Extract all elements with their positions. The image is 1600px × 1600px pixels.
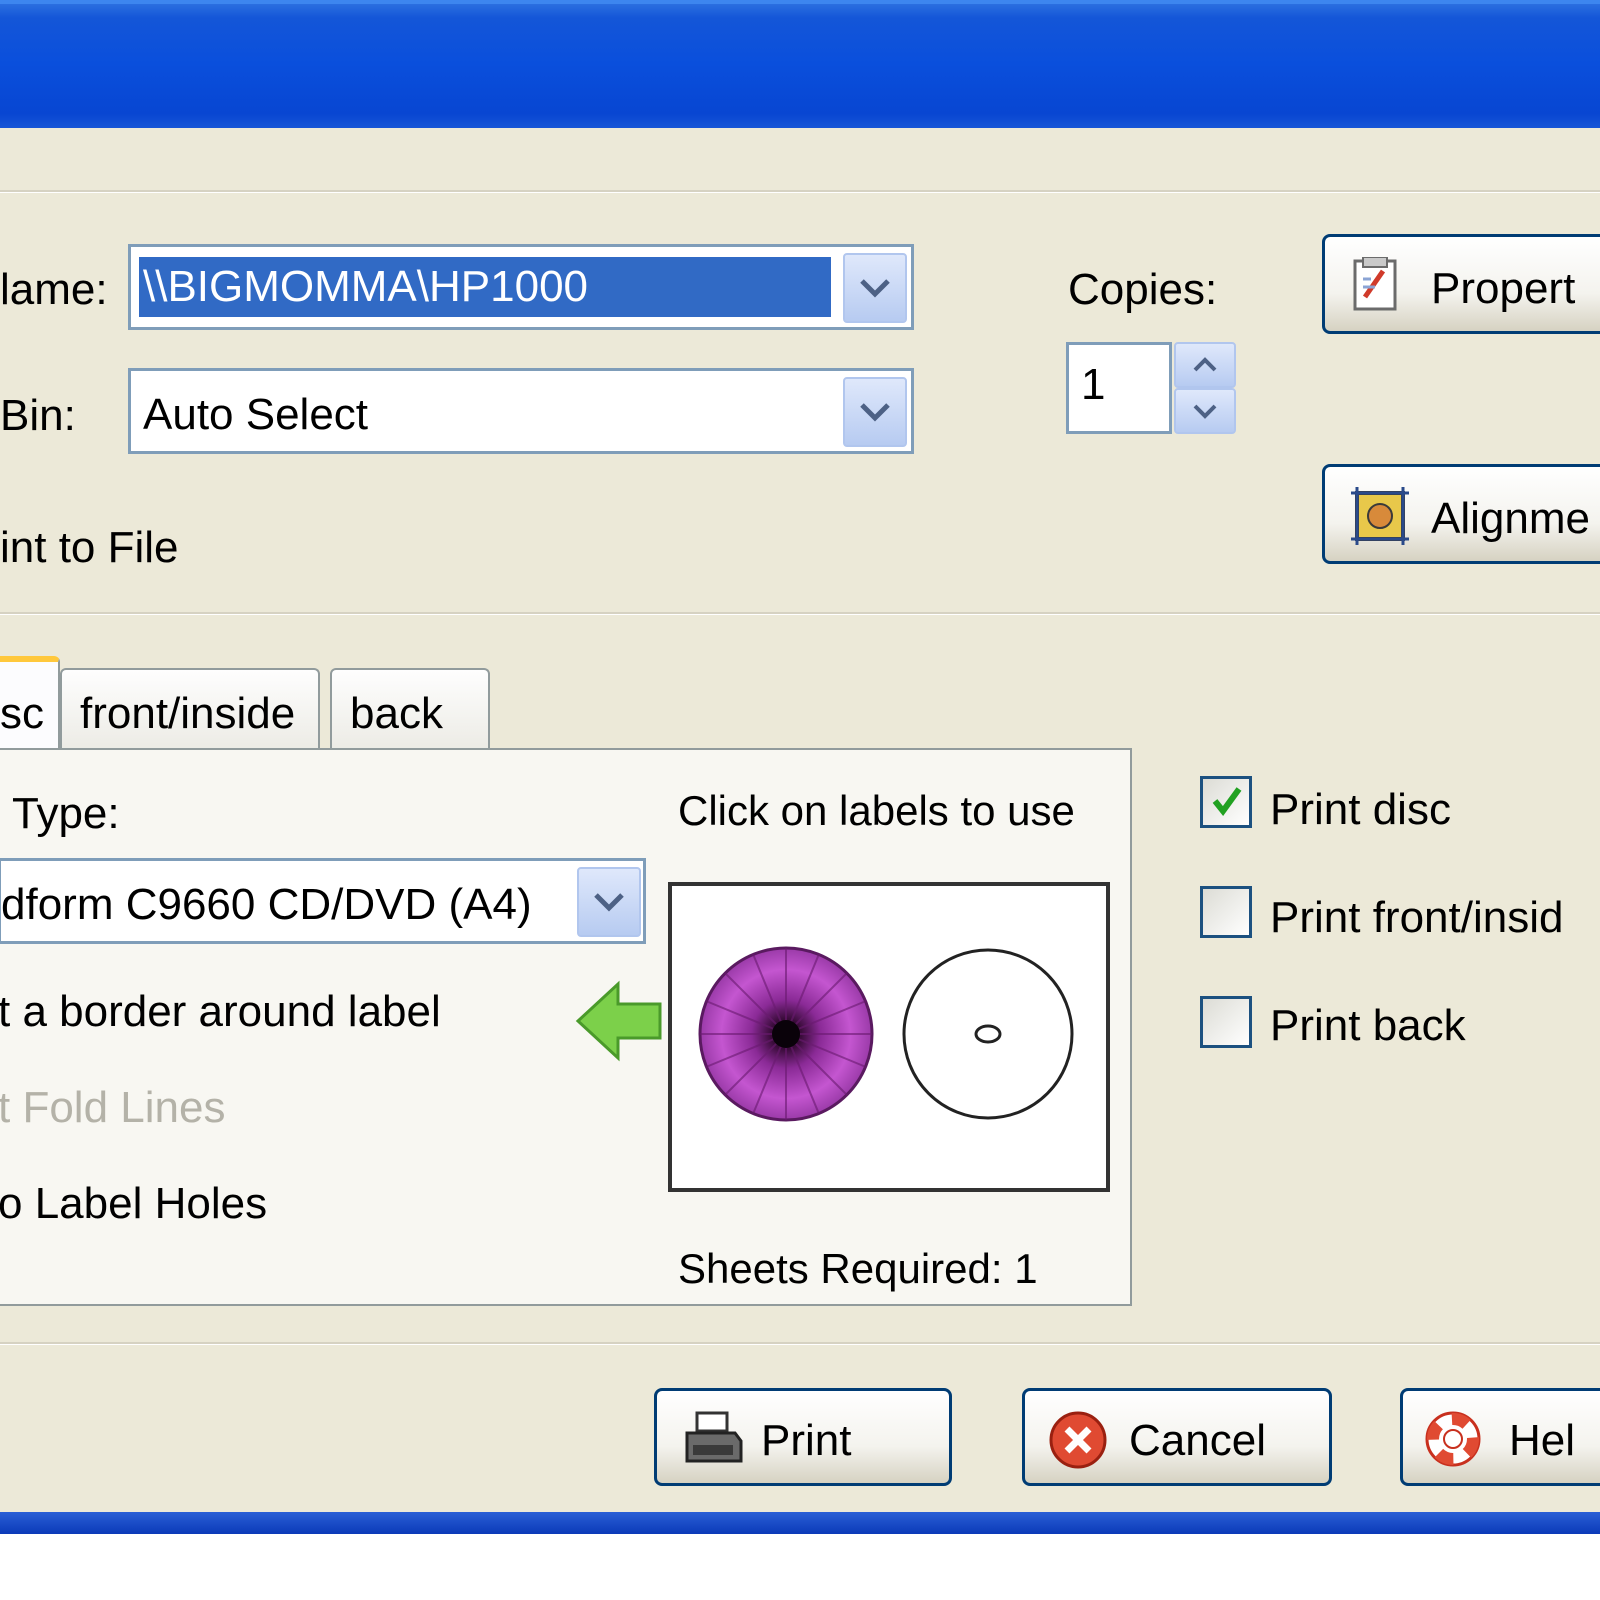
- alignment-button-label: Alignme: [1431, 494, 1590, 543]
- label-holes-option[interactable]: o Label Holes: [0, 1182, 267, 1226]
- chevron-up-icon: [1193, 357, 1217, 372]
- sheets-required-text: Sheets Required: 1: [678, 1245, 1038, 1292]
- tab-disc[interactable]: sc: [0, 656, 60, 750]
- help-icon: [1425, 1411, 1481, 1467]
- copies-value: 1: [1081, 360, 1106, 409]
- label-type-value: dform C9660 CD/DVD (A4): [1, 880, 532, 929]
- chevron-down-icon: [594, 893, 624, 912]
- printer-name-dropdown-button[interactable]: [843, 253, 907, 323]
- disc-tab-panel: Type: dform C9660 CD/DVD (A4) t a border…: [0, 748, 1132, 1306]
- fold-lines-option: t Fold Lines: [0, 1083, 226, 1132]
- print-front-inside-checkbox[interactable]: [1200, 886, 1252, 938]
- border-around-label-option[interactable]: t a border around label: [0, 990, 441, 1034]
- click-labels-hint: Click on labels to use: [678, 787, 1075, 834]
- cancel-button[interactable]: Cancel: [1022, 1388, 1332, 1486]
- green-arrow-left-icon: [575, 980, 662, 1062]
- properties-button-label: Propert: [1431, 264, 1576, 313]
- tab-front-inside[interactable]: front/inside: [60, 668, 320, 750]
- chevron-down-icon: [1193, 404, 1217, 419]
- print-to-file-label[interactable]: int to File: [0, 526, 179, 570]
- label-type-combo[interactable]: dform C9660 CD/DVD (A4): [0, 858, 646, 944]
- printer-name-label: lame:: [0, 265, 108, 314]
- separator-middle: [0, 612, 1600, 615]
- print-dialog: lame: \\BIGMOMMA\HP1000 Bin: Auto Select…: [0, 128, 1600, 1512]
- label-sheet-preview[interactable]: [668, 882, 1110, 1192]
- tab-disc-label: sc: [0, 689, 44, 738]
- chevron-down-icon: [860, 279, 890, 298]
- window-bottom-frame: [0, 1512, 1600, 1534]
- paper-bin-label: Bin:: [0, 391, 76, 440]
- paper-bin-combo[interactable]: Auto Select: [128, 368, 914, 454]
- copies-up-button[interactable]: [1174, 342, 1236, 388]
- print-button[interactable]: Print: [654, 1388, 952, 1486]
- help-button-label: Hel: [1509, 1416, 1576, 1465]
- print-disc-label[interactable]: Print disc: [1270, 788, 1451, 832]
- print-front-inside-label[interactable]: Print front/insid: [1270, 896, 1563, 940]
- cancel-button-label: Cancel: [1129, 1416, 1266, 1465]
- printer-name-value: \\BIGMOMMA\HP1000: [143, 262, 589, 311]
- background: [0, 1534, 1600, 1600]
- copies-label: Copies:: [1068, 265, 1218, 314]
- properties-button[interactable]: Propert: [1322, 234, 1600, 334]
- alignment-icon: [1351, 487, 1409, 545]
- copies-down-button[interactable]: [1174, 388, 1236, 434]
- paper-bin-dropdown-button[interactable]: [843, 377, 907, 447]
- title-bar[interactable]: [0, 0, 1600, 128]
- tab-back-label: back: [350, 689, 443, 738]
- chevron-down-icon: [860, 403, 890, 422]
- printer-icon: [685, 1411, 743, 1463]
- print-button-label: Print: [761, 1416, 852, 1465]
- copies-input[interactable]: 1: [1066, 342, 1172, 434]
- checkmark-icon: [1212, 787, 1242, 816]
- empty-disc-label[interactable]: [898, 944, 1078, 1124]
- cancel-icon: [1049, 1411, 1107, 1469]
- print-disc-checkbox[interactable]: [1200, 776, 1252, 828]
- disc-label-image[interactable]: [696, 944, 876, 1124]
- printer-name-combo[interactable]: \\BIGMOMMA\HP1000: [128, 244, 914, 330]
- label-type-label: Type:: [12, 789, 120, 838]
- paper-bin-value: Auto Select: [143, 390, 369, 439]
- alignment-button[interactable]: Alignme: [1322, 464, 1600, 564]
- separator-top: [0, 190, 1600, 193]
- print-back-checkbox[interactable]: [1200, 996, 1252, 1048]
- print-back-label[interactable]: Print back: [1270, 1004, 1466, 1048]
- tab-back[interactable]: back: [330, 668, 490, 750]
- tab-front-inside-label: front/inside: [80, 689, 296, 738]
- properties-icon: [1353, 257, 1397, 311]
- label-type-dropdown-button[interactable]: [577, 867, 641, 937]
- separator-bottom: [0, 1342, 1600, 1345]
- help-button[interactable]: Hel: [1400, 1388, 1600, 1486]
